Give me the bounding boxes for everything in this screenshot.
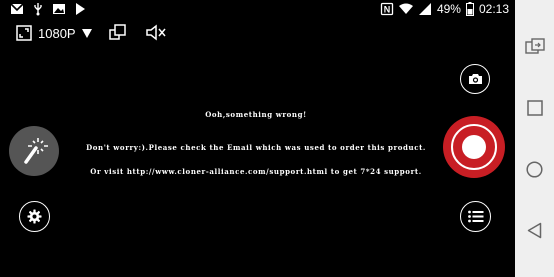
signal-icon (418, 3, 431, 15)
record-icon (451, 124, 497, 170)
battery-percent: 49% (436, 2, 461, 16)
home-button[interactable] (515, 157, 554, 181)
usb-icon (34, 3, 42, 16)
svg-text:N: N (384, 5, 391, 15)
fullscreen-icon[interactable] (16, 25, 32, 41)
gmail-icon (10, 3, 24, 14)
mute-icon[interactable] (146, 24, 166, 41)
switch-app-icon (524, 38, 545, 54)
settings-icon (27, 209, 42, 224)
resolution-select[interactable]: 1080P (38, 26, 92, 41)
pip-icon[interactable] (109, 24, 126, 41)
resolution-label: 1080P (38, 26, 76, 41)
home-icon (526, 160, 543, 178)
settings-button[interactable] (19, 201, 50, 232)
back-icon (527, 222, 542, 238)
camera-icon (468, 74, 482, 84)
battery-icon (465, 2, 474, 16)
dropdown-triangle-icon (81, 29, 92, 38)
file-list-button[interactable] (460, 201, 491, 232)
clock: 02:13 (478, 2, 509, 16)
recents-button[interactable] (515, 96, 554, 120)
error-line-1: Don't worry:).Please check the Email whi… (86, 143, 426, 152)
nfc-icon: N (380, 2, 394, 16)
magic-wand-button[interactable] (9, 126, 59, 176)
navigation-bar (515, 0, 554, 277)
back-button[interactable] (515, 218, 554, 242)
error-line-2: Or visit http://www.cloner-alliance.com/… (90, 167, 422, 176)
magic-wand-icon (24, 138, 48, 164)
play-store-icon (76, 3, 85, 15)
list-icon (467, 210, 483, 223)
error-title: Ooh,something wrong! (205, 110, 307, 119)
app-screen: N 49% 02:13 1080P Ooh,something wrong! D… (0, 0, 515, 277)
gallery-icon (53, 4, 65, 14)
recents-icon (526, 100, 543, 116)
snapshot-button[interactable] (460, 64, 490, 94)
record-button[interactable] (443, 116, 505, 178)
wifi-icon (398, 3, 413, 14)
status-bar: N 49% 02:13 (0, 0, 515, 20)
switch-app-button[interactable] (515, 34, 554, 58)
